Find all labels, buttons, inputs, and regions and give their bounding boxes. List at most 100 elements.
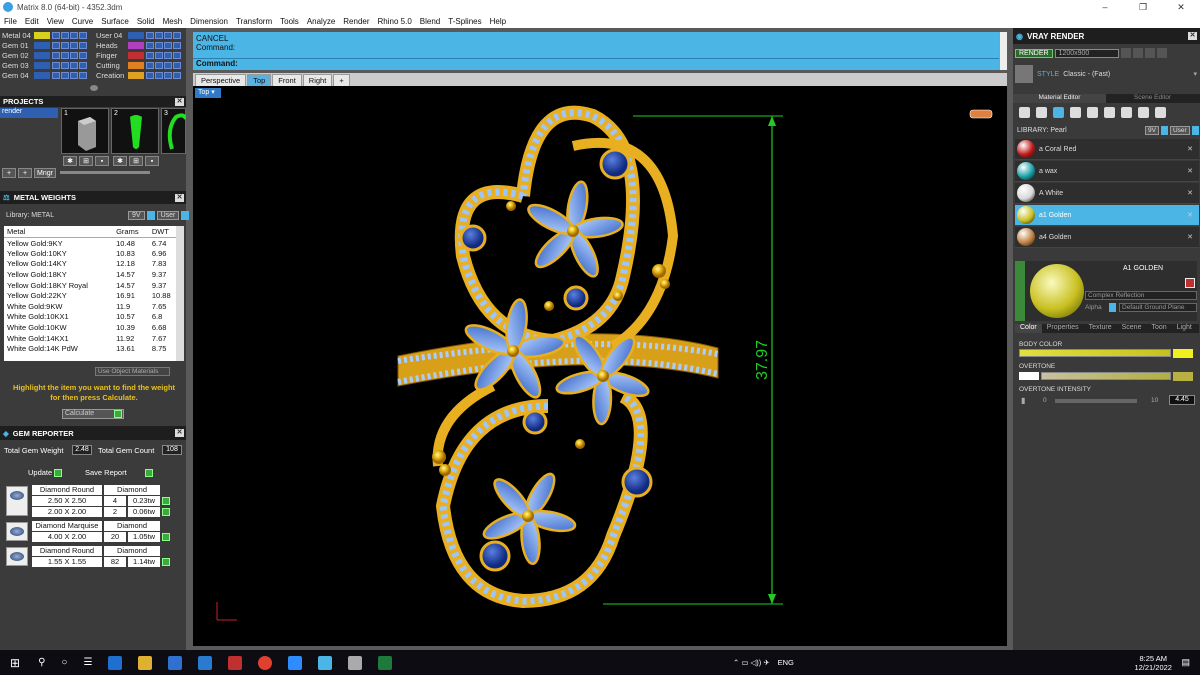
chrome-icon[interactable] [258,655,273,670]
layer-lock-icon[interactable] [155,51,163,59]
matrix-icon[interactable] [318,655,333,670]
layer-left-row[interactable]: Gem 01 [2,40,88,50]
layer-color-swatch[interactable] [34,71,50,79]
layer-right-row[interactable]: Heads [96,40,182,50]
tab-material-editor[interactable]: Material Editor [1013,94,1106,103]
layer-lock-icon[interactable] [61,71,69,79]
layer-select-icon[interactable] [70,31,78,39]
layer-right-row[interactable]: User 04 [96,30,182,40]
library-9v-button[interactable]: 9V [1145,126,1159,135]
body-color-swatch[interactable] [1173,349,1193,358]
thumb-action-icon[interactable]: ✱ [113,156,127,166]
update-button[interactable]: Update [28,468,63,478]
remove-icon[interactable]: ✕ [1187,189,1193,197]
projects-scrollbar[interactable] [60,171,150,174]
menu-file[interactable]: File [0,17,21,26]
library-toggle[interactable] [181,211,190,220]
viewport-top[interactable]: 37.97 [193,86,1007,646]
layer-right-row[interactable]: Finger [96,50,182,60]
layer-lock-icon[interactable] [155,71,163,79]
layer-right-row[interactable]: Cutting [96,60,182,70]
layer-color-swatch[interactable] [128,61,144,69]
subtab-toon[interactable]: Toon [1146,324,1171,333]
thumb-action-icon[interactable]: ⊞ [129,156,143,166]
widgets-icon[interactable]: ☰ [83,657,92,668]
library-user-button[interactable]: User [1169,126,1190,135]
prev-icon[interactable] [1120,48,1131,58]
intensity-value[interactable]: 4.45 [1169,395,1195,405]
reflection-dropdown[interactable]: Complex Reflection [1085,291,1197,300]
command-scrollbar[interactable] [999,32,1007,70]
layer-select-icon[interactable] [164,31,172,39]
notifications-icon[interactable]: ▤ [1181,657,1190,668]
close-icon[interactable]: ✕ [175,97,184,106]
layer-info-icon[interactable] [173,61,181,69]
language-indicator[interactable]: ENG [778,658,794,667]
layer-visible-icon[interactable] [146,71,154,79]
layer-info-icon[interactable] [79,61,87,69]
menu-dimension[interactable]: Dimension [186,17,232,26]
material-item[interactable]: a4 Golden ✕ [1015,227,1199,248]
project-thumb-1[interactable]: 1 [61,108,109,154]
table-row[interactable]: Yellow Gold:22KY 16.91 10.88 [4,290,180,302]
layer-color-swatch[interactable] [128,51,144,59]
gem-select-button[interactable] [162,508,170,516]
menu-view[interactable]: View [43,17,68,26]
collapse-handle[interactable] [90,85,98,91]
menu-tools[interactable]: Tools [276,17,303,26]
layer-select-icon[interactable] [164,41,172,49]
tool-icon[interactable] [1087,107,1098,118]
tool-icon[interactable] [1036,107,1047,118]
thumb-action-icon[interactable]: ⊞ [79,156,93,166]
table-row[interactable]: White Gold:14KX1 11.92 7.67 [4,332,180,344]
table-row[interactable]: Yellow Gold:18KY 14.57 9.37 [4,269,180,280]
tab-front[interactable]: Front [272,74,302,86]
col-metal[interactable]: Metal [4,226,114,238]
thumb-action-icon[interactable]: ▪ [95,156,109,166]
layer-lock-icon[interactable] [61,41,69,49]
tool-icon[interactable] [1155,107,1166,118]
library-user-button[interactable]: User [156,211,180,220]
next-icon[interactable] [1132,48,1143,58]
layer-info-icon[interactable] [173,41,181,49]
layer-select-icon[interactable] [164,51,172,59]
table-row[interactable]: Yellow Gold:9KY 10.48 6.74 [4,237,180,249]
layer-visible-icon[interactable] [52,41,60,49]
ground-plane-dropdown[interactable]: Default Ground Plane [1119,303,1197,312]
windows-start-icon[interactable]: ⊞ [10,656,20,670]
layer-info-icon[interactable] [173,31,181,39]
table-row[interactable]: White Gold:10KW 10.39 6.68 [4,322,180,333]
calculate-button[interactable]: Calculate [62,409,124,419]
menu-rhino-5-0[interactable]: Rhino 5.0 [374,17,416,26]
layer-visible-icon[interactable] [146,41,154,49]
layer-info-icon[interactable] [173,51,181,59]
remove-icon[interactable]: ✕ [1187,145,1193,153]
stop-icon[interactable] [1144,48,1155,58]
layer-left-row[interactable]: Gem 04 [2,70,88,80]
project-item[interactable]: render [0,108,58,118]
subtab-light[interactable]: Light [1172,324,1197,333]
alpha-toggle[interactable] [1109,303,1116,312]
layer-select-icon[interactable] [70,41,78,49]
layer-lock-icon[interactable] [155,41,163,49]
reset-icon[interactable] [1185,278,1195,288]
search-icon[interactable]: ⚲ [38,657,45,668]
tab-add[interactable]: + [333,74,350,86]
table-scrollbar[interactable] [176,226,184,361]
library-toggle[interactable] [1191,126,1199,135]
layer-lock-icon[interactable] [61,61,69,69]
layer-info-icon[interactable] [79,31,87,39]
layer-visible-icon[interactable] [146,31,154,39]
table-row[interactable]: White Gold:14K PdW 13.61 8.75 [4,343,180,355]
layer-right-row[interactable]: Creation [96,70,182,80]
table-row[interactable]: Yellow Gold:10KY 10.83 6.96 [4,248,180,259]
thumb-action-icon[interactable]: ▪ [145,156,159,166]
menu-curve[interactable]: Curve [68,17,97,26]
layer-info-icon[interactable] [173,71,181,79]
task-view-icon[interactable]: ○ [61,657,67,668]
library-toggle[interactable] [1160,126,1168,135]
excel-icon[interactable] [378,655,393,670]
layer-select-icon[interactable] [164,61,172,69]
tool-icon[interactable] [1053,107,1064,118]
layer-lock-icon[interactable] [61,31,69,39]
